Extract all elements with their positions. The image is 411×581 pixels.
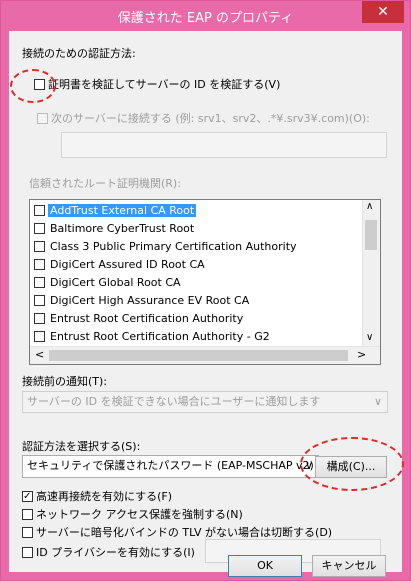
identity-privacy-box[interactable] [22, 547, 33, 558]
fast-reconnect-box[interactable] [22, 491, 33, 502]
list-item[interactable]: Class 3 Public Primary Certification Aut… [34, 238, 359, 255]
list-item[interactable]: DigiCert Assured ID Root CA [34, 256, 359, 273]
list-item-checkbox[interactable] [34, 295, 45, 306]
dialog-title: 保護された EAP のプロパティ [117, 11, 294, 26]
highlight-annotation-verify [10, 69, 56, 103]
notify-label: 接続前の通知(T): [22, 375, 108, 388]
connect-servers-box[interactable] [37, 113, 48, 124]
list-item-checkbox[interactable] [34, 313, 45, 324]
auth-method-heading: 接続のための認証方法: [22, 47, 136, 60]
fast-reconnect-checkbox[interactable]: 高速再接続を有効にする(F) [22, 488, 172, 504]
verify-cert-label: 証明書を検証してサーバーの ID を検証する(V) [48, 78, 281, 91]
connect-servers-label: 次のサーバーに接続する (例: srv1、srv2、.*¥.srv3¥.com)… [51, 112, 370, 125]
highlight-annotation-configure [300, 437, 404, 491]
list-item[interactable]: AddTrust External CA Root [34, 202, 359, 219]
list-item[interactable]: Entrust Root Certification Authority - G… [34, 328, 359, 345]
list-item-checkbox[interactable] [34, 223, 45, 234]
method-select-label: 認証方法を選択する(S): [22, 440, 141, 453]
chevron-down-icon: ∨ [373, 395, 382, 408]
tlv-disconnect-box[interactable] [22, 527, 33, 538]
notify-select[interactable]: サーバーの ID を検証できない場合にユーザーに通知します ∨ [22, 391, 388, 413]
list-item-checkbox[interactable] [34, 205, 45, 216]
method-value: セキュリティで保護されたパスワード (EAP-MSCHAP v2) [27, 459, 314, 472]
list-item[interactable]: DigiCert Global Root CA [34, 274, 359, 291]
scroll-right-icon[interactable]: > [357, 348, 366, 361]
identity-privacy-label: ID プライバシーを有効にする(I) [36, 546, 195, 559]
method-select[interactable]: セキュリティで保護されたパスワード (EAP-MSCHAP v2) ∨ [22, 455, 319, 478]
list-item-checkbox[interactable] [34, 241, 45, 252]
scroll-up-icon[interactable]: ∧ [366, 201, 373, 212]
nap-enforce-label: ネットワーク アクセス保護を強制する(N) [36, 508, 243, 521]
list-item[interactable]: Entrust Root Certification Authority [34, 310, 359, 327]
list-item-checkbox[interactable] [34, 277, 45, 288]
connect-servers-checkbox[interactable]: 次のサーバーに接続する (例: srv1、srv2、.*¥.srv3¥.com)… [37, 110, 370, 126]
connect-servers-input[interactable] [61, 132, 387, 158]
trusted-root-label: 信頼されたルート証明機関(R): [29, 177, 181, 190]
scroll-thumb[interactable] [365, 220, 377, 250]
list-item-checkbox[interactable] [34, 331, 45, 342]
close-icon: ✕ [377, 4, 389, 20]
scroll-down-icon[interactable]: ∨ [366, 332, 373, 343]
list-vertical-scrollbar[interactable]: ∧ ∨ [362, 200, 380, 347]
list-item[interactable]: DigiCert High Assurance EV Root CA [34, 292, 359, 309]
ok-button[interactable]: OK [228, 555, 302, 577]
identity-privacy-checkbox[interactable]: ID プライバシーを有効にする(I) [22, 544, 195, 560]
scroll-left-icon[interactable]: < [35, 348, 44, 361]
list-item-checkbox[interactable] [34, 259, 45, 270]
nap-enforce-checkbox[interactable]: ネットワーク アクセス保護を強制する(N) [22, 506, 243, 522]
tlv-disconnect-checkbox[interactable]: サーバーに暗号化バインドの TLV がない場合は切断する(D) [22, 524, 332, 540]
list-horizontal-scrollbar[interactable]: < > [30, 346, 380, 364]
eap-properties-dialog: 保護された EAP のプロパティ ✕ 接続のための認証方法: 証明書を検証してサ… [0, 0, 411, 581]
trusted-root-list[interactable]: AddTrust External CA Root Baltimore Cybe… [29, 199, 381, 365]
hscroll-thumb[interactable] [49, 350, 348, 361]
tlv-disconnect-label: サーバーに暗号化バインドの TLV がない場合は切断する(D) [36, 526, 333, 539]
list-item[interactable]: Baltimore CyberTrust Root [34, 220, 359, 237]
dialog-body: 接続のための認証方法: 証明書を検証してサーバーの ID を検証する(V) 次の… [9, 31, 404, 577]
notify-value: サーバーの ID を検証できない場合にユーザーに通知します [27, 395, 321, 408]
title-bar[interactable]: 保護された EAP のプロパティ ✕ [1, 1, 410, 31]
nap-enforce-box[interactable] [22, 509, 33, 520]
verify-cert-checkbox[interactable]: 証明書を検証してサーバーの ID を検証する(V) [34, 76, 280, 92]
close-button[interactable]: ✕ [362, 1, 404, 23]
cancel-button[interactable]: キャンセル [312, 555, 386, 577]
fast-reconnect-label: 高速再接続を有効にする(F) [36, 490, 173, 503]
